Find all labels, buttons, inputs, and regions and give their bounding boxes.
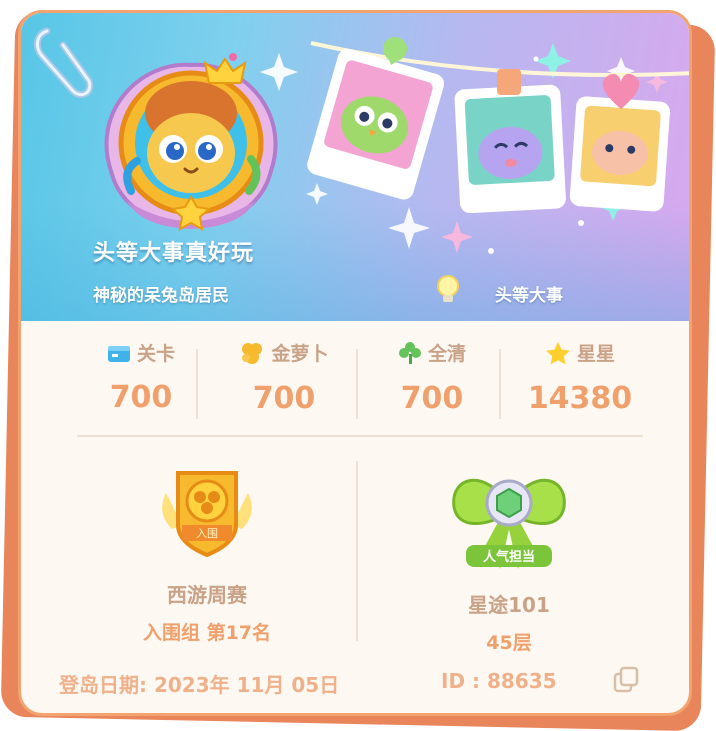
stat-label: 星星 (576, 343, 615, 365)
stat-label: 金萝卜 (271, 343, 329, 365)
divider (499, 349, 501, 419)
gold-carrot-icon (242, 342, 263, 364)
stat-label: 关卡 (136, 343, 175, 365)
level-flag-icon (107, 345, 130, 362)
stat-value: 700 (109, 379, 173, 415)
player-avatar[interactable] (91, 51, 291, 231)
profile-card: 头等大事真好玩 神秘的呆兔岛居民 头等大事 关卡 700 金萝卜 700 全清 … (18, 10, 692, 716)
stat-all-clear: 全清 700 (357, 339, 507, 416)
badge-subtitle: 45层 (486, 632, 532, 654)
stat-value: 14380 (527, 380, 633, 416)
player-tag: 头等大事 (495, 286, 563, 306)
player-title: 神秘的呆兔岛居民 (93, 286, 229, 306)
profile-banner: 头等大事真好玩 神秘的呆兔岛居民 头等大事 (21, 13, 689, 321)
player-id: ID : 88635 (441, 669, 557, 693)
badge-emblem-text: 入围 (196, 527, 218, 540)
badge-title: 星途101 (468, 593, 550, 617)
badge-star-road[interactable]: 人气担当 星途101 45层 (359, 457, 659, 655)
star-icon (546, 341, 570, 364)
race-trophy-badge: 入围 (162, 471, 252, 558)
stat-gold-carrot: 金萝卜 700 (209, 339, 359, 416)
lightbulb-icon (437, 275, 459, 302)
badge-emblem-text: 人气担当 (483, 549, 535, 565)
stat-levels: 关卡 700 (66, 339, 216, 415)
copy-icon[interactable] (611, 665, 641, 695)
stat-value: 700 (400, 380, 464, 416)
badge-subtitle: 入围组 第17名 (142, 622, 272, 644)
stat-label: 全清 (427, 343, 466, 365)
badge-title: 西游周赛 (167, 583, 247, 607)
stat-stars: 星星 14380 (505, 339, 655, 416)
join-date: 登岛日期: 2023年 11月 05日 (59, 673, 340, 697)
section-divider (77, 435, 643, 437)
badge-weekly-race[interactable]: 入围 西游周赛 入围组 第17名 (57, 457, 357, 645)
player-name: 头等大事真好玩 (93, 241, 255, 266)
divider (196, 349, 198, 419)
stat-value: 700 (252, 380, 316, 416)
clover-icon (398, 341, 421, 364)
popularity-bow-badge: 人气担当 (452, 478, 566, 569)
photo-string-decoration (307, 37, 689, 214)
